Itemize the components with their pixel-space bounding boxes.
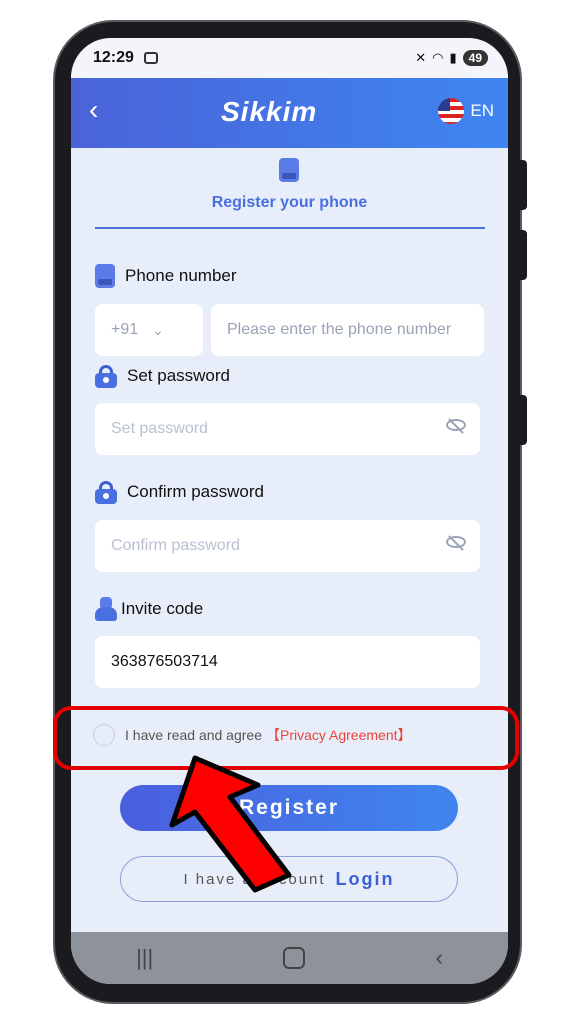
wifi-icon: ◠ (432, 50, 444, 65)
language-label: EN (470, 101, 494, 120)
lock-icon (95, 365, 117, 388)
status-bar: 12:29 ✕ ◠ ▮ 49 (71, 38, 508, 78)
status-time: 12:29 (93, 49, 134, 66)
back-icon[interactable]: ‹ (89, 96, 98, 124)
confirm-password-input[interactable]: Confirm password (95, 520, 480, 572)
lock-icon (95, 481, 117, 504)
chevron-down-icon: ⌄ (152, 321, 164, 338)
back-nav-icon[interactable]: ‹ (436, 945, 443, 971)
eye-off-icon[interactable] (446, 419, 466, 433)
phone-label: Phone number (95, 264, 237, 288)
phone-icon (95, 264, 115, 288)
invite-label: Invite code (95, 597, 203, 621)
signal-icon: ▮ (449, 50, 457, 65)
phone-input[interactable]: Please enter the phone number (211, 304, 484, 356)
system-nav-bar: ||| ‹ (71, 932, 508, 984)
password-label-text: Set password (127, 366, 230, 385)
has-account-text: I have a account (183, 870, 326, 888)
country-code: +91 (111, 321, 139, 338)
user-icon (95, 597, 117, 621)
phone-placeholder: Please enter the phone number (227, 321, 452, 338)
password-label: Set password (95, 365, 230, 388)
tab-underline (95, 227, 485, 229)
home-icon[interactable] (283, 947, 306, 969)
mute-icon: ✕ (415, 50, 427, 65)
power-button (520, 395, 527, 445)
invite-code-value: 363876503714 (111, 653, 218, 670)
login-button[interactable]: I have a account Login (120, 856, 458, 902)
login-link[interactable]: Login (336, 869, 395, 890)
recents-icon[interactable]: ||| (136, 945, 153, 971)
battery-badge: 49 (462, 50, 488, 66)
phone-tab-icon (279, 158, 299, 182)
confirm-label: Confirm password (95, 481, 264, 504)
language-selector[interactable]: EN (438, 98, 494, 124)
highlight-box (53, 706, 519, 770)
register-button[interactable]: Register (120, 785, 458, 831)
phone-label-text: Phone number (125, 266, 237, 285)
us-flag-icon (438, 98, 465, 124)
brand-logo: Sikkim (221, 96, 318, 127)
screenshot-icon (143, 52, 158, 64)
password-placeholder: Set password (111, 420, 208, 437)
volume-button-2 (520, 230, 527, 280)
password-input[interactable]: Set password (95, 403, 480, 455)
confirm-label-text: Confirm password (127, 482, 264, 501)
tab-register-phone[interactable]: Register your phone (71, 194, 508, 212)
status-icons: ✕ ◠ ▮ 49 (415, 50, 488, 66)
country-code-select[interactable]: +91 ⌄ (95, 304, 203, 356)
confirm-placeholder: Confirm password (111, 537, 240, 554)
screen: 12:29 ✕ ◠ ▮ 49 ‹ Sikkim EN Register your… (71, 38, 508, 984)
volume-button (520, 160, 527, 210)
invite-label-text: Invite code (121, 599, 204, 618)
eye-off-icon[interactable] (446, 536, 466, 550)
invite-code-input[interactable]: 363876503714 (95, 636, 480, 688)
app-header: ‹ Sikkim EN (71, 78, 508, 148)
